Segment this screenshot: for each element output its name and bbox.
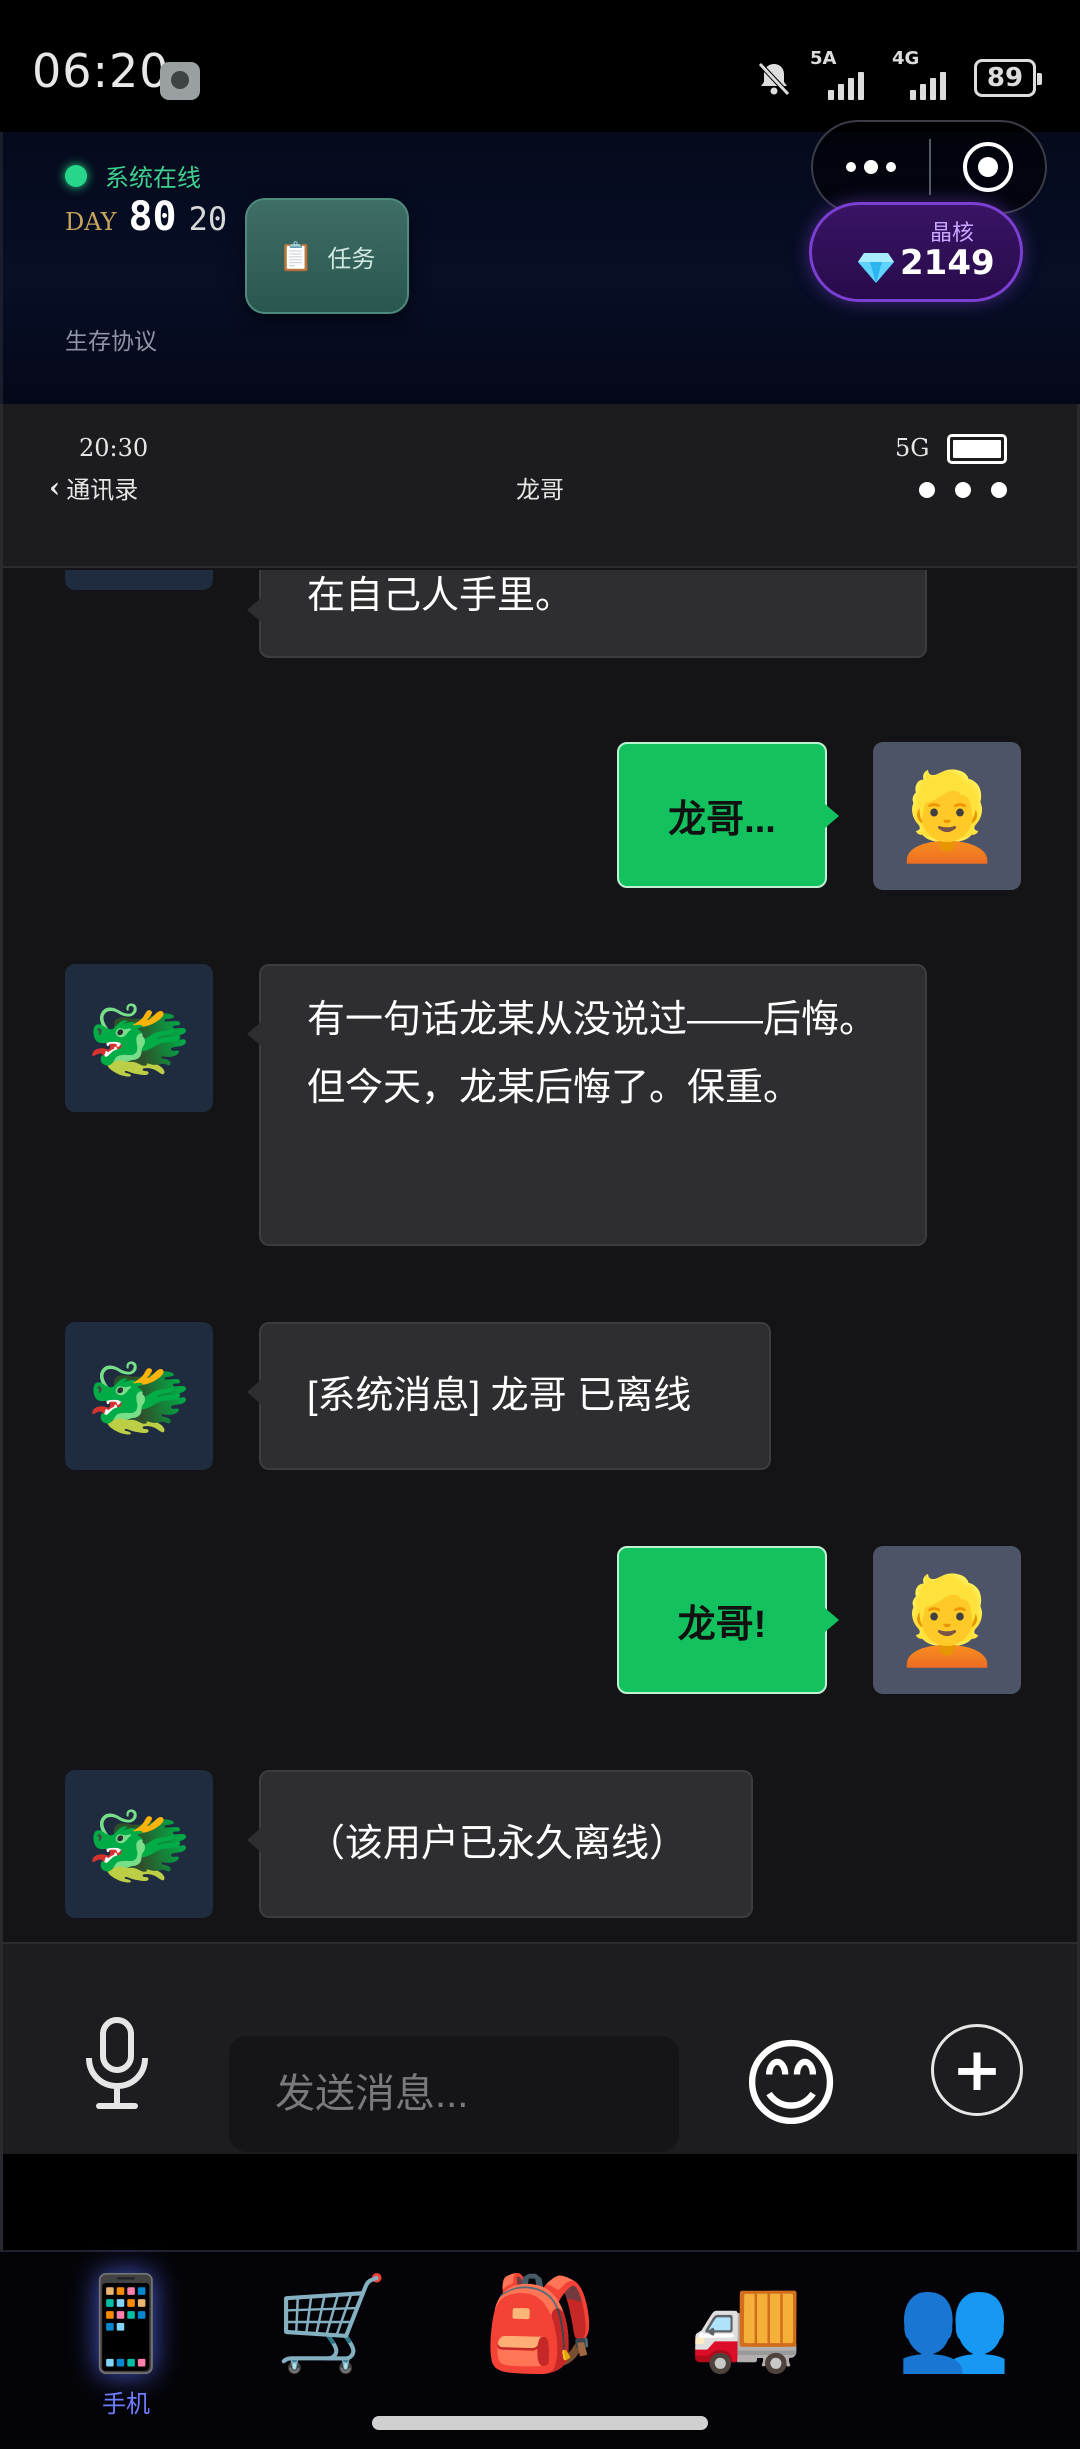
system-message-bubble: [系统消息] 龙哥 已离线	[247, 1322, 771, 1470]
miniprogram-capsule	[811, 120, 1047, 214]
chat-title: 龙哥	[516, 476, 564, 504]
message-input[interactable]	[229, 2036, 679, 2152]
message-list[interactable]: 🐲 在自己人手里。 龙哥... 👱 🐲 有一句话龙某从没说过——后悔。但今天，龙…	[3, 570, 1077, 1942]
survival-protocol-link[interactable]: 生存协议	[65, 322, 157, 356]
task-button[interactable]: 📋 任务	[245, 198, 409, 314]
status-time: 06:20	[32, 44, 170, 98]
signal-4g-icon: 4G	[892, 48, 958, 100]
dragon-avatar[interactable]: 🐲	[65, 1322, 213, 1470]
task-button-label: 任务	[327, 244, 376, 273]
system-status-bar: 06:20 5A 4G 89	[0, 0, 1080, 132]
backpack-icon: 🎒	[482, 2270, 598, 2377]
phone-battery-icon	[947, 434, 1007, 464]
online-dot-icon	[65, 164, 87, 187]
phone-network: 5G	[895, 434, 930, 462]
home-indicator[interactable]	[372, 2416, 708, 2430]
status-icons: 5A 4G 89	[754, 48, 1042, 100]
crystal-balance[interactable]: 晶核 2149	[809, 202, 1023, 302]
chat-header: 20:30 5G ‹ 通讯录 龙哥	[3, 404, 1077, 568]
phone-chat-screen: 20:30 5G ‹ 通讯录 龙哥 🐲 在自己人手里。 龙哥... 👱 🐲 有一…	[0, 404, 1080, 2154]
shopping-cart-icon: 🛒	[274, 2270, 390, 2377]
message-bubble: 有一句话龙某从没说过——后悔。但今天，龙某后悔了。保重。	[247, 964, 927, 1246]
day-counter: DAY 80 20	[65, 194, 227, 240]
battery-icon: 89	[974, 59, 1042, 97]
more-options-button[interactable]	[813, 122, 929, 212]
message-bubble: （该用户已永久离线）	[247, 1770, 753, 1918]
delivery-truck-icon: 🚚	[688, 2270, 804, 2377]
muted-bell-icon	[754, 58, 794, 98]
online-label: 系统在线	[105, 164, 201, 192]
dragon-avatar[interactable]: 🐲	[65, 1770, 213, 1918]
signal-5a-icon: 5A	[810, 48, 876, 100]
diamond-icon	[858, 253, 894, 283]
my-message-bubble: 龙哥...	[617, 742, 839, 888]
clipboard-icon: 📋	[278, 239, 314, 273]
online-status: 系统在线	[65, 158, 201, 193]
day-label: DAY	[65, 208, 117, 236]
emoji-button[interactable]: 😊	[735, 2028, 847, 2140]
day-sub-value: 20	[188, 200, 228, 238]
day-number: 80	[128, 194, 177, 240]
microphone-icon[interactable]	[81, 2016, 153, 2112]
people-icon: 👥	[896, 2270, 1012, 2377]
nav-phone-label: 手机	[102, 2390, 150, 2418]
game-header: 系统在线 DAY 80 20 📋 任务 生存协议 晶核 2149	[0, 120, 1080, 404]
phone-icon: 📱	[68, 2270, 184, 2377]
my-avatar[interactable]: 👱	[873, 1546, 1021, 1694]
close-miniprogram-button[interactable]	[931, 122, 1045, 212]
bottom-spacer	[0, 2154, 1080, 2250]
nav-contacts[interactable]: 👥	[884, 2266, 1024, 2416]
app-notification-icon	[160, 62, 200, 100]
add-attachment-button[interactable]: +	[931, 2024, 1023, 2116]
my-avatar[interactable]: 👱	[873, 742, 1021, 890]
dragon-avatar[interactable]: 🐲	[65, 964, 213, 1112]
nav-delivery[interactable]: 🚚	[676, 2266, 816, 2416]
nav-phone[interactable]: 📱 手机	[56, 2266, 196, 2418]
target-icon	[962, 142, 1013, 192]
chat-input-bar: 😊 +	[3, 1942, 1077, 2154]
message-bubble: 在自己人手里。	[247, 570, 927, 658]
dragon-avatar[interactable]: 🐲	[65, 570, 213, 590]
phone-time: 20:30	[79, 434, 149, 462]
chat-more-button[interactable]	[919, 482, 1007, 498]
crystal-value: 2149	[900, 243, 995, 283]
my-message-bubble: 龙哥!	[617, 1546, 839, 1694]
nav-backpack[interactable]: 🎒	[470, 2266, 610, 2416]
nav-shop[interactable]: 🛒	[262, 2266, 402, 2416]
